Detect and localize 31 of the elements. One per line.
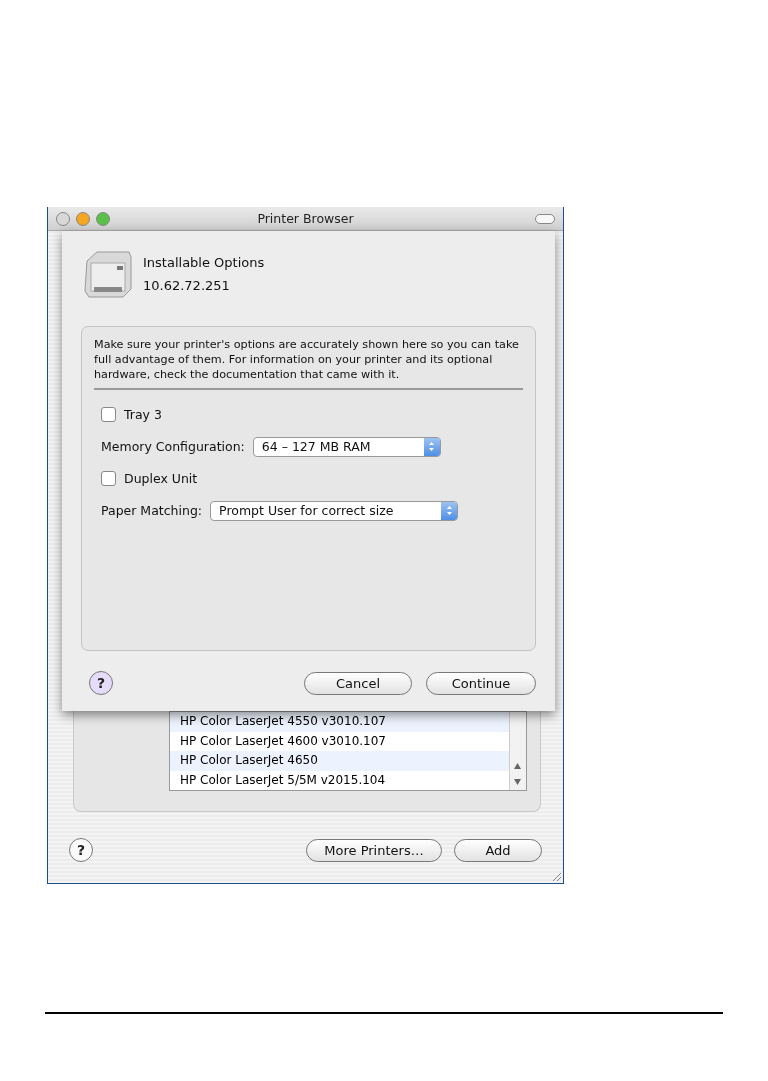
scroll-bar[interactable]: [509, 712, 526, 790]
toolbar-toggle-button[interactable]: [535, 214, 555, 224]
down-arrow-icon[interactable]: [514, 779, 521, 785]
continue-button[interactable]: Continue: [426, 671, 536, 695]
checkbox[interactable]: [101, 407, 116, 422]
sheet-title: Installable Options: [143, 255, 265, 270]
checkbox-label: Tray 3: [124, 407, 162, 422]
popup-menu[interactable]: Prompt User for correct size: [210, 500, 459, 521]
minimize-button[interactable]: [76, 211, 90, 226]
popup-label: Paper Matching:: [101, 503, 203, 518]
printer-list-item[interactable]: HP Color LaserJet 4650: [170, 751, 509, 771]
printer-address: 10.62.72.251: [143, 278, 231, 293]
description-text: Make sure your printer's options are accurately shown here so you can take full advantage of them. For information on your printer and its optional hardware, check the documentation that came with it.: [94, 337, 523, 390]
popup-label: Memory Configuration:: [101, 439, 245, 454]
close-button[interactable]: [56, 211, 70, 226]
help-button[interactable]: ?: [69, 838, 93, 862]
printer-icon: [81, 249, 135, 299]
up-down-arrows-icon: [423, 437, 440, 456]
up-arrow-icon[interactable]: [514, 763, 521, 769]
resize-grip-icon[interactable]: [552, 872, 562, 882]
help-button[interactable]: ?: [89, 671, 113, 695]
popup-menu[interactable]: 64 – 127 MB RAM: [252, 436, 441, 457]
more-printers-button[interactable]: More Printers…: [306, 838, 442, 862]
zoom-button[interactable]: [96, 211, 110, 226]
printer-list-item[interactable]: HP Color LaserJet 4550 v3010.107: [170, 712, 509, 732]
cancel-button[interactable]: Cancel: [304, 671, 412, 695]
window-title: Printer Browser: [257, 211, 354, 226]
up-down-arrows-icon: [441, 501, 458, 520]
checkbox-label: Duplex Unit: [124, 471, 198, 486]
checkbox[interactable]: [101, 471, 116, 486]
add-button[interactable]: Add: [454, 838, 542, 862]
